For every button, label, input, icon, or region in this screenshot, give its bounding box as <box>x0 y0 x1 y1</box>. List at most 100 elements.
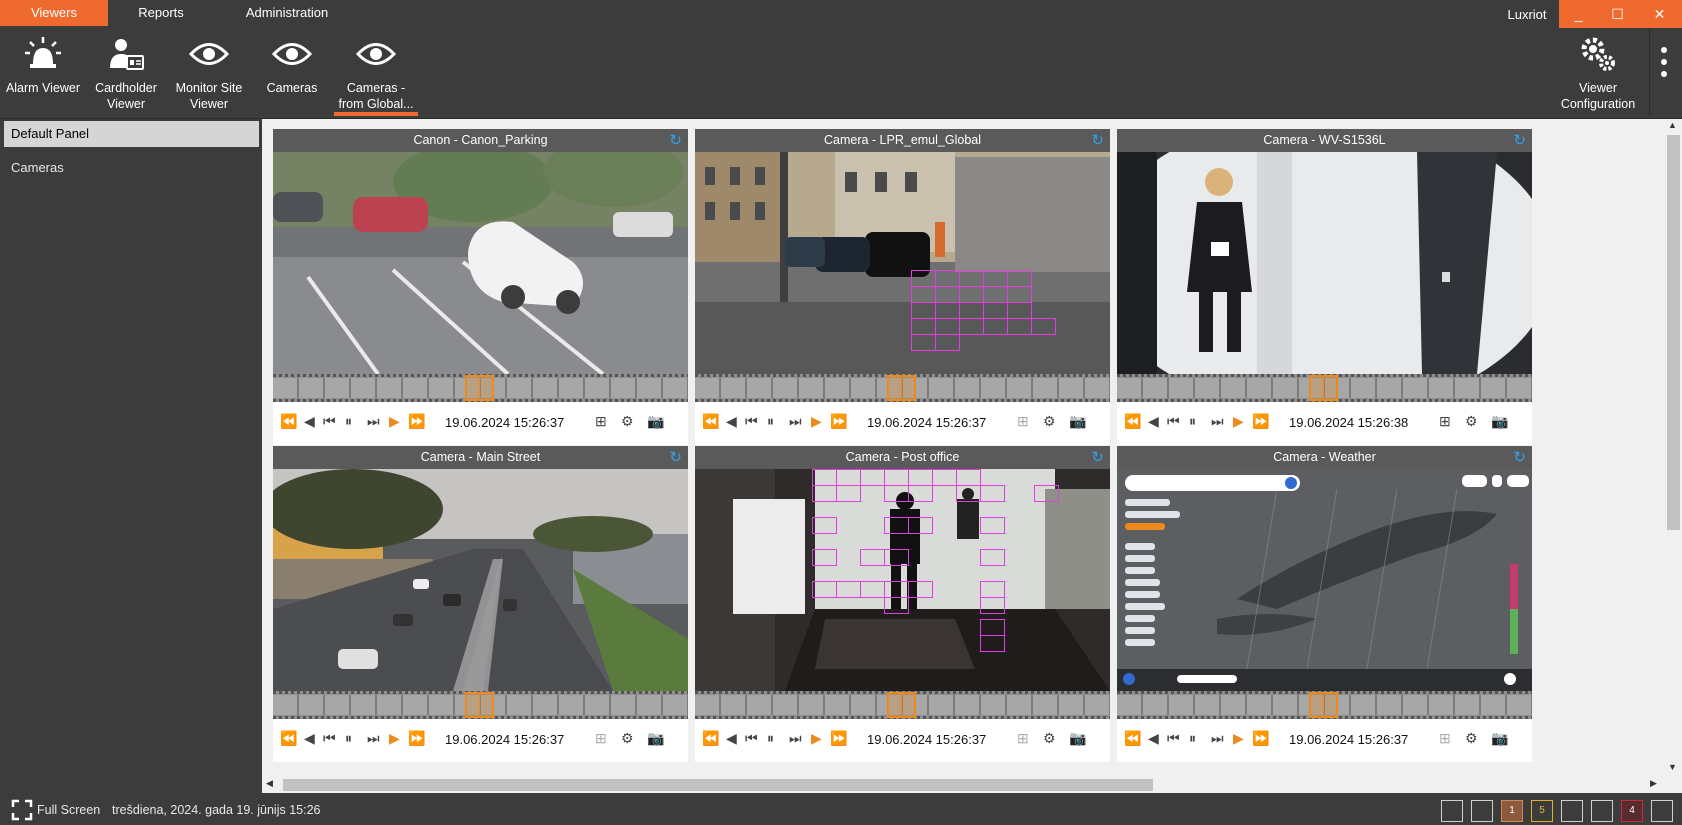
rewind-fast-icon[interactable]: ⏪ <box>280 413 297 430</box>
camera-tile[interactable]: Camera - WV-S1536L ↻ ⏪ ◀ ⏮ ⏸ ⏭ ▶ ⏩ 19.06… <box>1117 129 1532 445</box>
layout-button-4x4[interactable] <box>1591 800 1613 822</box>
timeline-marker[interactable] <box>887 692 916 718</box>
alarm-viewer-button[interactable]: Alarm Viewer <box>0 28 86 116</box>
forward-fast-icon[interactable]: ⏩ <box>830 730 847 747</box>
pause-icon[interactable]: ⏸ <box>1189 730 1196 747</box>
reload-icon[interactable]: ↻ <box>1513 446 1526 469</box>
tab-reports[interactable]: Reports <box>120 0 202 26</box>
ptz-icon[interactable]: ⊞ <box>1017 413 1029 430</box>
forward-fast-icon[interactable]: ⏩ <box>1252 730 1269 747</box>
step-back-icon[interactable]: ◀ <box>1148 730 1159 747</box>
frame-forward-icon[interactable]: ⏭ <box>367 730 380 747</box>
timeline-marker[interactable] <box>887 375 916 401</box>
more-options-icon[interactable] <box>1652 44 1676 84</box>
forward-fast-icon[interactable]: ⏩ <box>1252 413 1269 430</box>
layout-button-2x2[interactable] <box>1471 800 1493 822</box>
ptz-icon[interactable]: ⊞ <box>1439 730 1451 747</box>
frame-back-icon[interactable]: ⏮ <box>1167 413 1180 430</box>
fullscreen-icon[interactable] <box>11 799 33 821</box>
monitor-site-viewer-button[interactable]: Monitor Site Viewer <box>166 28 252 116</box>
play-icon[interactable]: ▶ <box>811 413 822 430</box>
cameras-from-global-button[interactable]: Cameras - from Global... <box>334 28 418 116</box>
ptz-icon[interactable]: ⊞ <box>595 413 607 430</box>
play-icon[interactable]: ▶ <box>389 413 400 430</box>
play-icon[interactable]: ▶ <box>389 730 400 747</box>
snapshot-icon[interactable]: 📷 <box>647 730 664 747</box>
tab-viewers[interactable]: Viewers <box>0 0 108 26</box>
layout-button-5[interactable]: 5 <box>1531 800 1553 822</box>
settings-icon[interactable]: ⚙ <box>1043 730 1056 747</box>
frame-forward-icon[interactable]: ⏭ <box>789 730 802 747</box>
rewind-fast-icon[interactable]: ⏪ <box>1124 730 1141 747</box>
play-icon[interactable]: ▶ <box>1233 730 1244 747</box>
settings-icon[interactable]: ⚙ <box>621 413 634 430</box>
camera-tile[interactable]: Camera - Main Street ↻ ⏪ ◀ ⏮ ⏸ ⏭ ▶ ⏩ 19.… <box>273 446 688 762</box>
layout-button-1x1[interactable] <box>1441 800 1463 822</box>
timeline[interactable] <box>273 691 688 719</box>
reload-icon[interactable]: ↻ <box>1091 129 1104 152</box>
close-button[interactable]: ✕ <box>1637 0 1682 28</box>
layout-button-1plus[interactable]: 1 <box>1501 800 1523 822</box>
pause-icon[interactable]: ⏸ <box>1189 413 1196 430</box>
step-back-icon[interactable]: ◀ <box>304 730 315 747</box>
panel-item-default[interactable]: Default Panel <box>4 121 259 147</box>
settings-icon[interactable]: ⚙ <box>1465 413 1478 430</box>
rewind-fast-icon[interactable]: ⏪ <box>702 730 719 747</box>
layout-button-4[interactable]: 4 <box>1621 800 1643 822</box>
snapshot-icon[interactable]: 📷 <box>1491 730 1508 747</box>
cardholder-viewer-button[interactable]: Cardholder Viewer <box>88 28 164 116</box>
timeline[interactable] <box>695 374 1110 402</box>
play-icon[interactable]: ▶ <box>1233 413 1244 430</box>
scroll-right-icon[interactable]: ▶ <box>1650 778 1657 789</box>
scroll-down-icon[interactable]: ▼ <box>1668 762 1677 772</box>
pause-icon[interactable]: ⏸ <box>345 413 352 430</box>
step-back-icon[interactable]: ◀ <box>1148 413 1159 430</box>
ptz-icon[interactable]: ⊞ <box>1439 413 1451 430</box>
camera-video[interactable] <box>273 469 688 691</box>
panel-item-cameras[interactable]: Cameras <box>4 155 259 181</box>
timeline-marker[interactable] <box>1309 375 1338 401</box>
scroll-left-icon[interactable]: ◀ <box>266 778 273 789</box>
layout-button-3x3[interactable] <box>1561 800 1583 822</box>
reload-icon[interactable]: ↻ <box>1091 446 1104 469</box>
timeline-marker[interactable] <box>1309 692 1338 718</box>
pause-icon[interactable]: ⏸ <box>767 730 774 747</box>
camera-video[interactable] <box>1117 152 1532 374</box>
frame-forward-icon[interactable]: ⏭ <box>367 413 380 430</box>
scroll-up-icon[interactable]: ▲ <box>1668 120 1677 130</box>
step-back-icon[interactable]: ◀ <box>726 413 737 430</box>
layout-button-custom[interactable] <box>1651 800 1673 822</box>
forward-fast-icon[interactable]: ⏩ <box>408 730 425 747</box>
fullscreen-label[interactable]: Full Screen <box>37 803 100 817</box>
camera-video[interactable] <box>695 469 1110 691</box>
frame-back-icon[interactable]: ⏮ <box>745 413 758 430</box>
rewind-fast-icon[interactable]: ⏪ <box>280 730 297 747</box>
reload-icon[interactable]: ↻ <box>669 446 682 469</box>
viewer-configuration-button[interactable]: Viewer Configuration <box>1556 28 1640 116</box>
forward-fast-icon[interactable]: ⏩ <box>830 413 847 430</box>
reload-icon[interactable]: ↻ <box>1513 129 1526 152</box>
vertical-scroll-thumb[interactable] <box>1667 135 1680 530</box>
timeline[interactable] <box>1117 374 1532 402</box>
camera-video[interactable] <box>695 152 1110 374</box>
camera-tile[interactable]: Camera - LPR_emul_Global ↻ ⏪ ◀ ⏮ ⏸ ⏭ ▶ ⏩… <box>695 129 1110 445</box>
camera-tile[interactable]: Camera - Weather ↻ ⏪ ◀ ⏮ ⏸ ⏭ ▶ ⏩ 19.06.2… <box>1117 446 1532 762</box>
reload-icon[interactable]: ↻ <box>669 129 682 152</box>
minimize-button[interactable]: _ <box>1559 0 1598 28</box>
frame-forward-icon[interactable]: ⏭ <box>1211 730 1224 747</box>
camera-tile[interactable]: Canon - Canon_Parking ↻ ⏪ ◀ ⏮ ⏸ ⏭ ▶ ⏩ 19… <box>273 129 688 445</box>
timeline[interactable] <box>695 691 1110 719</box>
settings-icon[interactable]: ⚙ <box>1465 730 1478 747</box>
camera-tile[interactable]: Camera - Post office ↻ ⏪ ◀ ⏮ ⏸ ⏭ ▶ ⏩ 19.… <box>695 446 1110 762</box>
frame-forward-icon[interactable]: ⏭ <box>789 413 802 430</box>
rewind-fast-icon[interactable]: ⏪ <box>1124 413 1141 430</box>
frame-back-icon[interactable]: ⏮ <box>1167 730 1180 747</box>
settings-icon[interactable]: ⚙ <box>621 730 634 747</box>
snapshot-icon[interactable]: 📷 <box>1491 413 1508 430</box>
snapshot-icon[interactable]: 📷 <box>647 413 664 430</box>
rewind-fast-icon[interactable]: ⏪ <box>702 413 719 430</box>
frame-forward-icon[interactable]: ⏭ <box>1211 413 1224 430</box>
frame-back-icon[interactable]: ⏮ <box>745 730 758 747</box>
pause-icon[interactable]: ⏸ <box>767 413 774 430</box>
timeline-marker[interactable] <box>465 375 494 401</box>
